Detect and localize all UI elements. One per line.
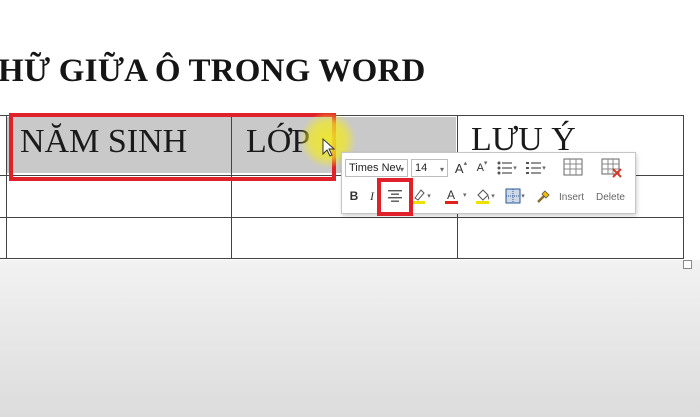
font-color-bar xyxy=(444,200,458,204)
borders-button[interactable]: ▾ xyxy=(502,186,528,206)
font-color-button[interactable]: A xyxy=(438,186,464,206)
chevron-down-icon: ▾ xyxy=(521,193,525,200)
shrink-font-icon: A xyxy=(476,162,484,174)
font-color-icon: A xyxy=(446,187,455,202)
chevron-down-icon[interactable]: ▾ xyxy=(463,191,467,199)
page-bottom-area xyxy=(0,260,700,417)
table-resize-handle[interactable] xyxy=(683,260,692,269)
paint-bucket-icon xyxy=(476,189,490,204)
insert-table-button[interactable]: Insert xyxy=(557,156,589,208)
chevron-down-icon: ▾ xyxy=(513,165,517,172)
font-name-combo[interactable]: Times Nev ▾ xyxy=(345,159,408,177)
numbering-button[interactable]: ▾ xyxy=(523,158,549,178)
grow-font-icon: A xyxy=(454,160,464,176)
italic-icon: I xyxy=(370,188,374,203)
down-arrow-icon: ▾ xyxy=(483,160,488,167)
chevron-down-icon: ▾ xyxy=(542,165,546,172)
mouse-pointer-icon xyxy=(322,138,336,157)
insert-table-icon xyxy=(563,158,583,176)
bold-button[interactable]: B xyxy=(346,186,362,206)
selection-red-box xyxy=(9,113,336,181)
paintbrush-icon xyxy=(537,190,550,203)
cell-empty-1[interactable] xyxy=(7,176,231,217)
bold-icon: B xyxy=(349,189,359,203)
chevron-down-icon: ▾ xyxy=(439,165,444,174)
center-align-red-box xyxy=(377,178,413,216)
delete-table-button[interactable]: Delete xyxy=(594,156,630,208)
document-heading: HỮ GIỮA Ô TRONG WORD xyxy=(0,53,426,89)
table-border-row2 xyxy=(0,217,684,218)
chevron-down-icon: ▾ xyxy=(399,165,404,174)
insert-label: Insert xyxy=(559,192,585,203)
font-name-value: Times Nev xyxy=(349,162,402,174)
chevron-down-icon: ▾ xyxy=(427,193,431,200)
up-arrow-icon: ▴ xyxy=(463,160,468,167)
shading-button[interactable]: ▾ xyxy=(472,186,498,206)
font-size-combo[interactable]: 14 ▾ xyxy=(411,159,448,177)
font-size-value: 14 xyxy=(415,162,428,174)
delete-label: Delete xyxy=(596,192,625,203)
table-border-right xyxy=(683,115,684,259)
chevron-down-icon: ▾ xyxy=(491,193,495,200)
grow-font-button[interactable]: A ▴ xyxy=(452,158,470,178)
bullets-button[interactable]: ▾ xyxy=(494,158,520,178)
highlighter-icon xyxy=(412,189,426,204)
table-border-bottom xyxy=(0,258,684,259)
document-page: HỮ GIỮA Ô TRONG WORD NĂM SINH LỚP LƯU Ý … xyxy=(0,0,700,417)
borders-icon xyxy=(505,188,521,204)
shrink-font-button[interactable]: A ▾ xyxy=(473,158,491,178)
numbered-list-icon xyxy=(526,162,542,174)
format-painter-button[interactable] xyxy=(534,186,554,206)
delete-table-icon xyxy=(601,158,622,178)
bullet-list-icon xyxy=(497,161,513,175)
